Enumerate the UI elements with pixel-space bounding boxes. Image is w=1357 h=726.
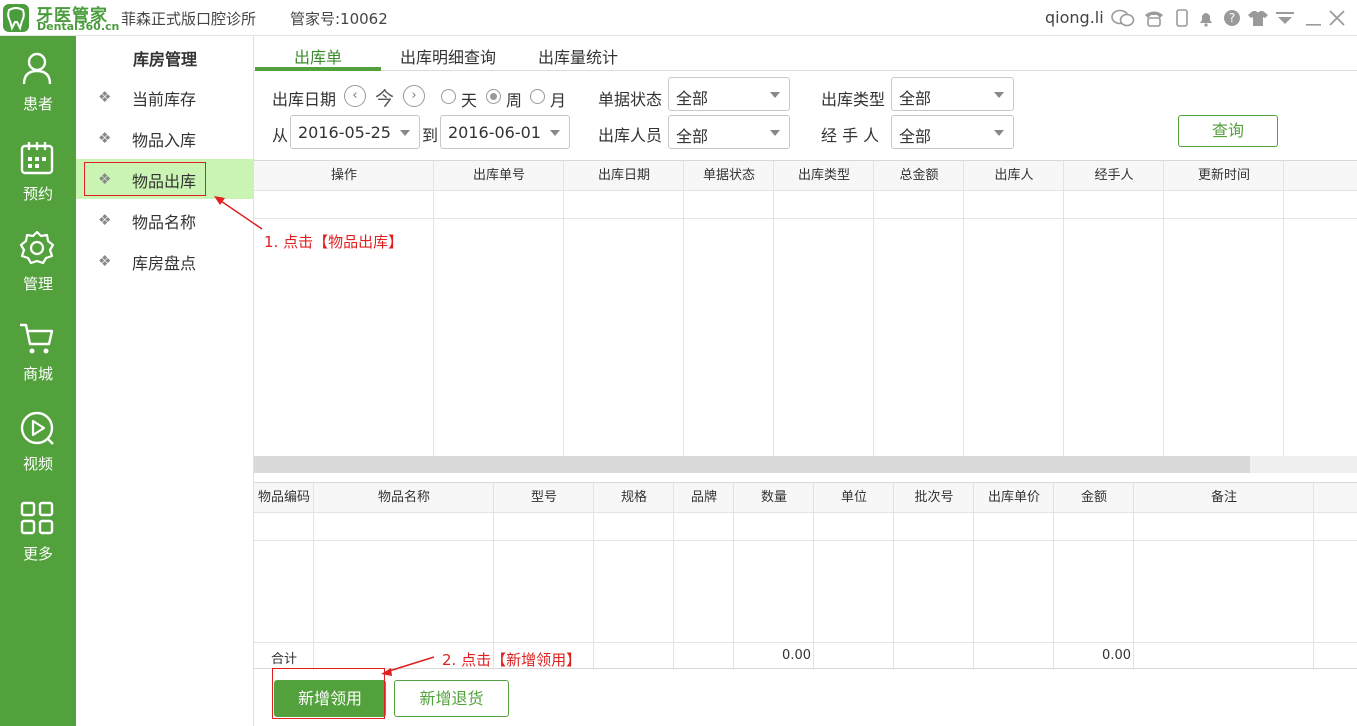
arrowhead-icon (381, 668, 392, 676)
annotation-arrow-1 (217, 198, 263, 230)
arrowhead-icon (214, 196, 225, 205)
annotation-arrows (214, 196, 435, 676)
annotation-arrow-2 (385, 656, 435, 673)
